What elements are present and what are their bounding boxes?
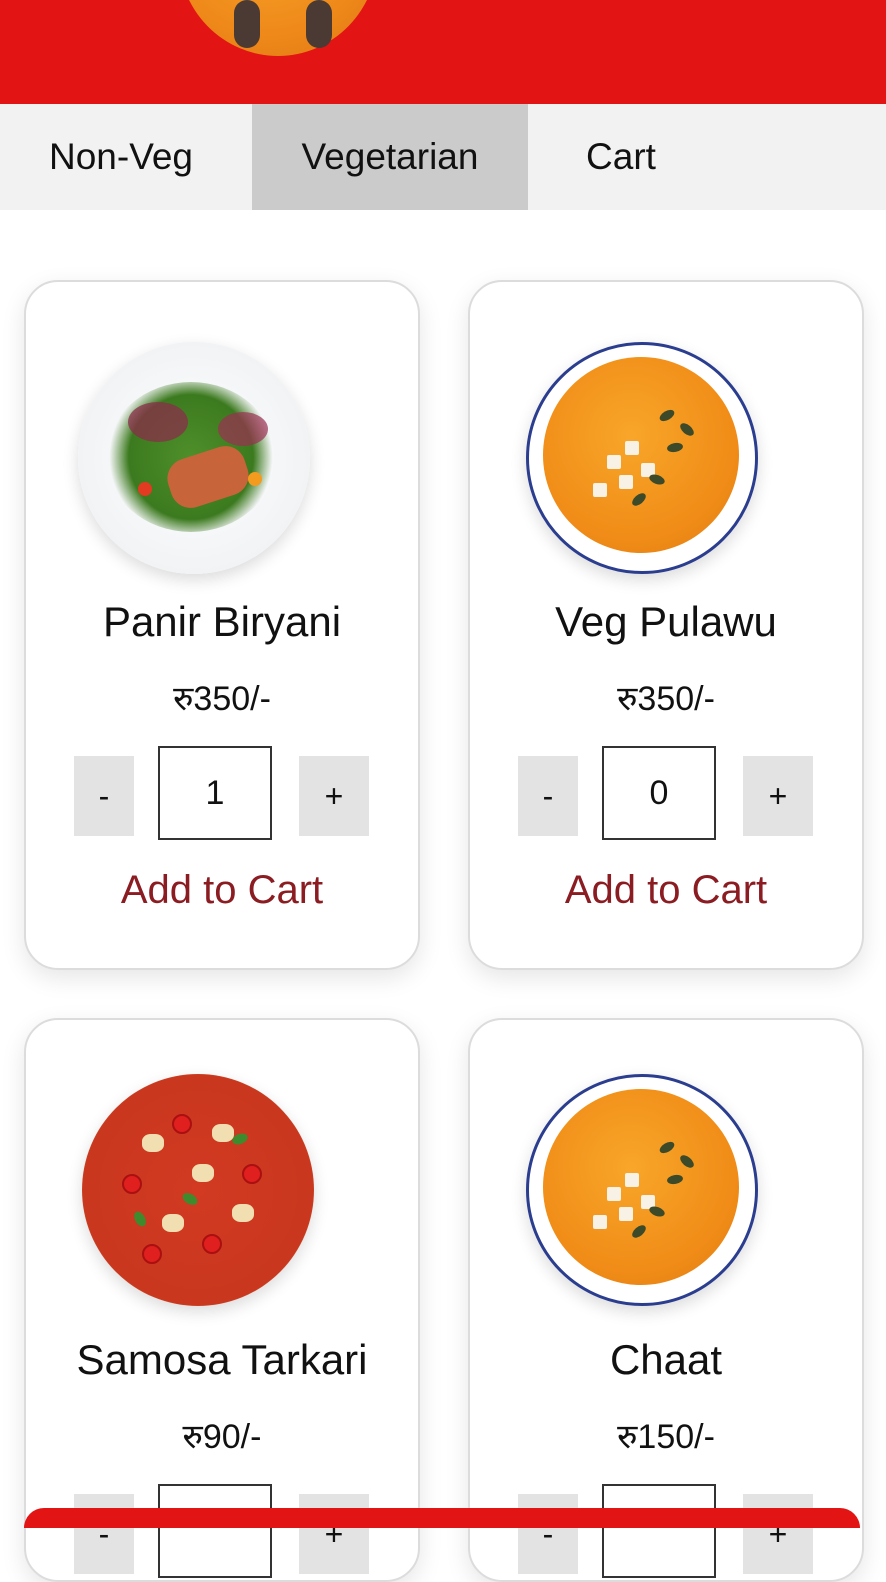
add-to-cart-button[interactable]: Add to Cart <box>26 868 418 913</box>
product-card: Panir Biryani रु350/- - + Add to Cart <box>24 280 420 970</box>
product-price: रु90/- <box>182 1418 262 1456</box>
decrement-button[interactable]: - <box>74 756 134 836</box>
salad-plate-icon <box>78 342 310 574</box>
product-name: Panir Biryani <box>102 598 342 645</box>
soup-bowl-icon <box>526 342 758 574</box>
product-name: Chaat <box>609 1336 723 1383</box>
tab-non-veg[interactable]: Non-Veg <box>0 104 242 210</box>
increment-button[interactable]: + <box>743 1494 813 1574</box>
decrement-button[interactable]: - <box>518 1494 578 1574</box>
product-name: Samosa Tarkari <box>76 1336 368 1383</box>
quantity-input[interactable] <box>602 746 716 840</box>
bottom-nav-bar[interactable] <box>24 1508 860 1528</box>
product-price: रु150/- <box>617 1418 715 1456</box>
add-to-cart-button[interactable]: Add to Cart <box>470 868 862 913</box>
logo-eye-right <box>306 0 332 48</box>
category-tabs: Non-Veg Vegetarian Cart <box>0 104 886 210</box>
smiley-logo-icon[interactable] <box>178 0 378 56</box>
product-card: Samosa Tarkari रु90/- - + <box>24 1018 420 1582</box>
soup-broth <box>543 357 739 553</box>
increment-button[interactable]: + <box>299 1494 369 1574</box>
quantity-input[interactable] <box>158 1484 272 1578</box>
product-card: Veg Pulawu रु350/- - + Add to Cart <box>468 280 864 970</box>
decrement-button[interactable]: - <box>74 1494 134 1574</box>
product-name: Veg Pulawu <box>555 598 777 645</box>
pizza-icon <box>82 1074 314 1306</box>
increment-button[interactable]: + <box>743 756 813 836</box>
soup-bowl-icon <box>526 1074 758 1306</box>
soup-broth <box>543 1089 739 1285</box>
product-price: रु350/- <box>617 680 715 718</box>
tab-vegetarian[interactable]: Vegetarian <box>252 104 528 210</box>
quantity-input[interactable] <box>158 746 272 840</box>
product-card: Chaat रु150/- - + <box>468 1018 864 1582</box>
increment-button[interactable]: + <box>299 756 369 836</box>
decrement-button[interactable]: - <box>518 756 578 836</box>
app-header <box>0 0 886 104</box>
product-price: रु350/- <box>173 680 271 718</box>
quantity-input[interactable] <box>602 1484 716 1578</box>
logo-eye-left <box>234 0 260 48</box>
tab-cart[interactable]: Cart <box>528 104 714 210</box>
